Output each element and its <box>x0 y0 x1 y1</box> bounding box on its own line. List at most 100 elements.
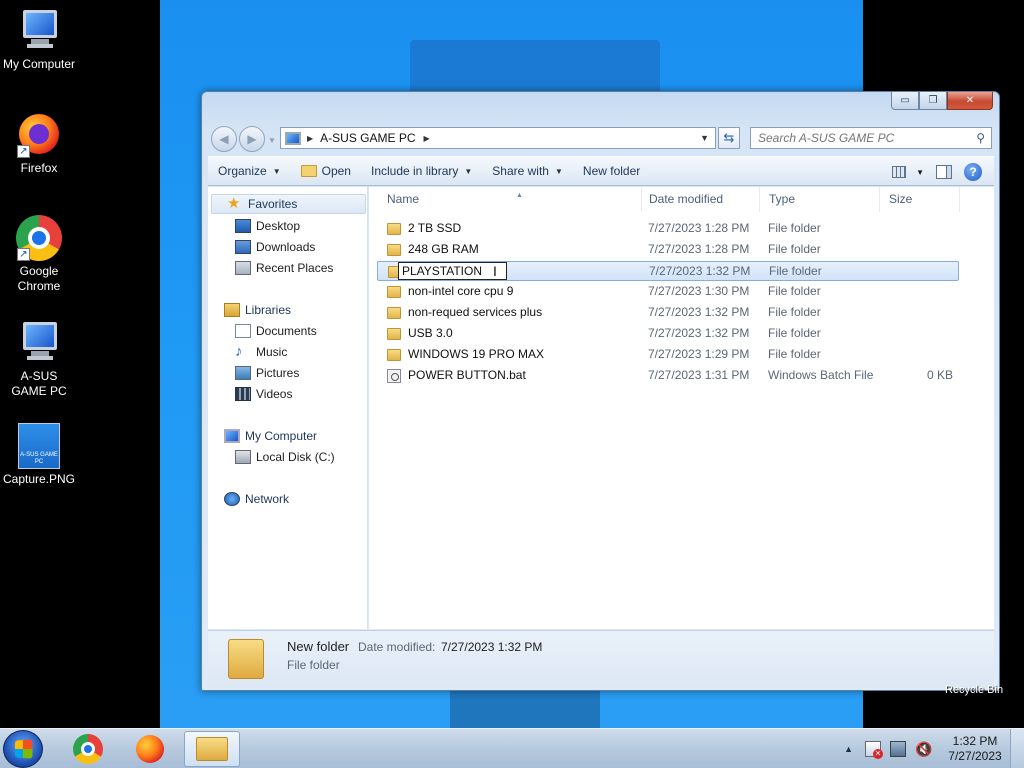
column-header-date[interactable]: Date modified <box>640 187 760 212</box>
file-row[interactable]: POWER BUTTON.bat 7/27/2023 1:31 PM Windo… <box>379 366 959 386</box>
file-row[interactable]: 2 TB SSD 7/27/2023 1:28 PM File folder <box>379 219 959 239</box>
open-button[interactable]: Open <box>291 159 361 183</box>
shortcut-arrow-icon: ↗ <box>17 145 30 158</box>
help-icon[interactable]: ? <box>964 163 982 181</box>
new-folder-button[interactable]: New folder <box>573 159 650 183</box>
forward-button[interactable]: ▶ <box>239 126 265 152</box>
desktop-icon-my-computer[interactable]: My Computer <box>0 8 78 72</box>
address-dropdown-icon[interactable]: ▼ <box>700 133 709 143</box>
clock[interactable]: 1:32 PM 7/27/2023 <box>940 734 1010 764</box>
nav-item-videos[interactable]: Videos <box>235 384 292 404</box>
rename-input[interactable] <box>398 262 507 280</box>
file-name: 2 TB SSD <box>408 221 462 235</box>
desktop-icon-label: Capture.PNG <box>2 472 76 486</box>
preview-pane-icon[interactable] <box>936 165 952 179</box>
details-pane: New folder Date modified: 7/27/2023 1:32… <box>208 630 994 688</box>
network-icon[interactable] <box>890 741 906 757</box>
column-label: Size <box>889 192 913 206</box>
file-name: POWER BUTTON.bat <box>408 368 526 382</box>
desktop-icon-chrome[interactable]: ↗ Google Chrome <box>0 215 78 294</box>
file-date: 7/27/2023 1:28 PM <box>648 242 750 256</box>
folder-icon <box>300 165 317 177</box>
nav-libraries[interactable]: Libraries <box>224 300 291 320</box>
file-row[interactable]: non-intel core cpu 9 7/27/2023 1:30 PM F… <box>379 282 959 302</box>
chrome-icon: ↗ <box>15 215 63 261</box>
search-input[interactable] <box>758 131 963 145</box>
column-header-type[interactable]: Type <box>760 187 880 212</box>
nav-item-pictures[interactable]: Pictures <box>235 363 299 383</box>
firefox-icon <box>136 735 164 763</box>
organize-button[interactable]: Organize ▼ <box>208 159 291 183</box>
address-bar[interactable]: ▶ A-SUS GAME PC ▶ ▼ <box>280 127 716 149</box>
clock-time: 1:32 PM <box>952 734 998 748</box>
chevron-right-icon[interactable]: ▶ <box>424 134 430 143</box>
change-view-icon[interactable] <box>892 166 907 178</box>
file-date: 7/27/2023 1:31 PM <box>648 368 750 382</box>
show-desktop-button[interactable] <box>1010 729 1024 768</box>
taskbar-firefox[interactable] <box>122 731 178 767</box>
taskbar-explorer[interactable] <box>184 731 240 767</box>
desktop-icon-label: Google Chrome <box>17 264 61 293</box>
desktop-icon-firefox[interactable]: ↗ Firefox <box>0 112 78 176</box>
desktop-icon-asus-game-pc[interactable]: A-SUS GAME PC <box>0 320 78 399</box>
arrow-left-icon: ◀ <box>219 132 229 146</box>
action-center-icon[interactable] <box>865 741 883 759</box>
nav-item-local-disk[interactable]: Local Disk (C:) <box>235 447 335 467</box>
nav-my-computer[interactable]: My Computer <box>224 426 317 446</box>
column-header-size[interactable]: Size <box>880 187 960 212</box>
file-row[interactable]: non-requed services plus 7/27/2023 1:32 … <box>379 303 959 323</box>
file-row[interactable]: WINDOWS 19 PRO MAX 7/27/2023 1:29 PM Fil… <box>379 345 959 365</box>
nav-item-downloads[interactable]: Downloads <box>235 237 315 257</box>
new-folder-label: New folder <box>582 164 641 178</box>
file-date: 7/27/2023 1:32 PM <box>649 264 751 278</box>
search-box[interactable]: ⚲ <box>750 127 992 149</box>
chevron-down-icon[interactable]: ▼ <box>916 168 924 177</box>
column-header-name[interactable]: Name ▲ <box>378 187 642 212</box>
desktop-icon-capture-png[interactable]: A-SUS GAME PC Capture.PNG <box>0 423 78 487</box>
start-button[interactable] <box>3 730 43 768</box>
network-icon <box>224 492 240 506</box>
computer-icon <box>15 8 63 54</box>
nav-item-recent-places[interactable]: Recent Places <box>235 258 333 278</box>
breadcrumb-item[interactable]: A-SUS GAME PC <box>320 131 415 145</box>
share-with-button[interactable]: Share with ▼ <box>482 159 573 183</box>
chrome-icon <box>73 734 103 764</box>
file-name: non-intel core cpu 9 <box>408 284 514 298</box>
nav-network[interactable]: Network <box>224 489 289 509</box>
folder-icon <box>387 307 401 319</box>
navigation-pane: ★ Favorites Desktop Downloads Recent Plac… <box>208 187 368 629</box>
maximize-button[interactable]: ❐ <box>919 92 947 110</box>
close-button[interactable]: ✕ <box>947 92 993 110</box>
nav-item-documents[interactable]: Documents <box>235 321 317 341</box>
explorer-window[interactable]: ▭ ❐ ✕ ◀ ▶ ▼ ▶ A-SUS GAME PC ▶ ▼ ⇆ ⚲ Orga… <box>201 91 1000 691</box>
firefox-icon: ↗ <box>15 112 63 158</box>
chevron-right-icon[interactable]: ▶ <box>307 134 313 143</box>
file-list[interactable]: Name ▲ Date modified Type Size 2 TB SSD … <box>369 187 994 629</box>
file-type: File folder <box>768 242 821 256</box>
search-icon[interactable]: ⚲ <box>976 131 985 145</box>
file-row[interactable]: 248 GB RAM 7/27/2023 1:28 PM File folder <box>379 240 959 260</box>
include-in-library-button[interactable]: Include in library ▼ <box>361 159 482 183</box>
show-hidden-icons-icon[interactable]: ▲ <box>844 744 853 754</box>
minimize-button[interactable]: ▭ <box>891 92 919 110</box>
file-row-selected[interactable]: I 7/27/2023 1:32 PM File folder <box>377 261 959 281</box>
details-item-type: File folder <box>287 658 340 672</box>
back-button[interactable]: ◀ <box>211 126 237 152</box>
taskbar-chrome[interactable] <box>60 731 116 767</box>
computer-icon <box>15 320 63 366</box>
recent-pages-dropdown[interactable]: ▼ <box>268 136 276 145</box>
volume-muted-icon[interactable]: 🔇 <box>915 741 932 757</box>
nav-favorites[interactable]: ★ Favorites <box>211 194 366 214</box>
nav-item-music[interactable]: ♪ Music <box>235 342 287 362</box>
nav-label: Favorites <box>248 197 298 211</box>
file-row[interactable]: USB 3.0 7/27/2023 1:32 PM File folder <box>379 324 959 344</box>
folder-icon <box>387 328 401 340</box>
share-with-label: Share with <box>492 164 549 178</box>
nav-label: Music <box>256 345 288 359</box>
recycle-bin-label[interactable]: Recycle Bin <box>945 684 1003 696</box>
file-date: 7/27/2023 1:30 PM <box>648 284 750 298</box>
file-type: Windows Batch File <box>768 368 874 382</box>
refresh-button[interactable]: ⇆ <box>718 127 740 149</box>
chevron-down-icon: ▼ <box>272 166 281 176</box>
nav-item-desktop[interactable]: Desktop <box>235 216 300 236</box>
